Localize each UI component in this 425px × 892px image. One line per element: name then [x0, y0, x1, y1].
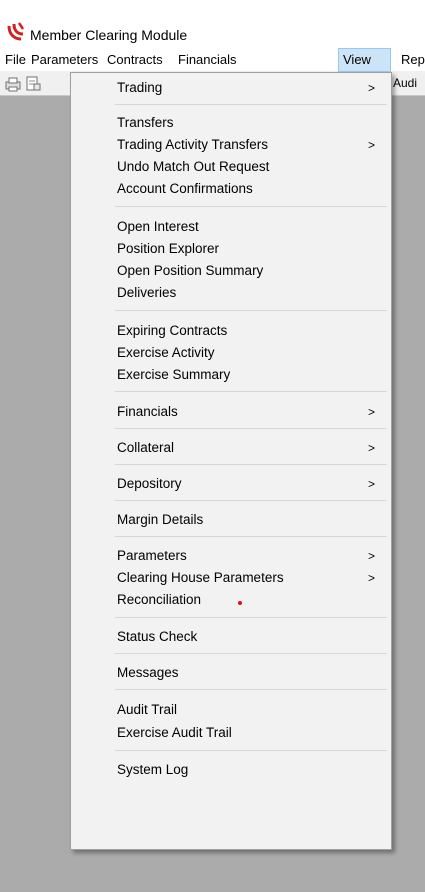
menu-item-label: Financials — [117, 404, 178, 419]
menu-reports[interactable]: Rep — [397, 48, 425, 72]
submenu-arrow-icon: > — [367, 549, 375, 563]
menu-item-parameters[interactable]: Parameters > — [71, 544, 391, 568]
menu-bar: File Parameters Contracts Financials Vie… — [0, 48, 425, 72]
menu-contracts[interactable]: Contracts — [103, 48, 167, 72]
menu-item-label: Expiring Contracts — [117, 323, 228, 338]
menu-item-label: Messages — [117, 665, 179, 680]
menu-separator — [115, 104, 387, 105]
menu-item-transfers[interactable]: Transfers — [71, 111, 391, 135]
menu-item-label: Deliveries — [117, 285, 177, 300]
menu-file[interactable]: File — [1, 48, 30, 72]
menu-separator — [115, 750, 387, 751]
submenu-arrow-icon: > — [367, 441, 375, 455]
menu-item-label: Reconciliation — [117, 592, 202, 607]
menu-item-exercise-activity[interactable]: Exercise Activity — [71, 341, 391, 365]
submenu-arrow-icon: > — [367, 138, 375, 152]
menu-item-reconciliation[interactable]: Reconciliation — [71, 588, 391, 612]
menu-item-label: Undo Match Out Request — [117, 159, 270, 174]
menu-separator — [115, 206, 387, 207]
menu-item-open-position-summary[interactable]: Open Position Summary — [71, 259, 391, 283]
menu-item-audit-trail[interactable]: Audit Trail — [71, 698, 391, 722]
menu-separator — [115, 391, 387, 392]
menu-item-label: Account Confirmations — [117, 181, 253, 196]
menu-item-label: Transfers — [117, 115, 174, 130]
title-bar: Member Clearing Module — [0, 0, 425, 50]
window-title: Member Clearing Module — [30, 27, 188, 43]
menu-item-label: Position Explorer — [117, 241, 220, 256]
menu-item-label: Collateral — [117, 440, 175, 455]
submenu-arrow-icon: > — [367, 477, 375, 491]
menu-item-exercise-summary[interactable]: Exercise Summary — [71, 363, 391, 387]
menu-separator — [115, 464, 387, 465]
menu-separator — [115, 617, 387, 618]
menu-item-financials[interactable]: Financials > — [71, 400, 391, 424]
submenu-arrow-icon: > — [367, 571, 375, 585]
menu-item-label: Parameters — [117, 548, 187, 563]
menu-item-label: Margin Details — [117, 512, 204, 527]
menu-item-undo-match-out-request[interactable]: Undo Match Out Request — [71, 155, 391, 179]
page-setup-icon[interactable] — [24, 75, 42, 93]
menu-item-messages[interactable]: Messages — [71, 661, 391, 685]
red-dot-marker — [238, 601, 242, 605]
menu-item-label: Exercise Audit Trail — [117, 725, 232, 740]
menu-item-position-explorer[interactable]: Position Explorer — [71, 237, 391, 261]
menu-item-label: Trading — [117, 80, 163, 95]
app-logo-icon — [7, 22, 25, 41]
menu-separator — [115, 500, 387, 501]
menu-separator — [115, 536, 387, 537]
menu-item-label: Status Check — [117, 629, 198, 644]
menu-item-label: Depository — [117, 476, 182, 491]
menu-item-clearing-house-parameters[interactable]: Clearing House Parameters > — [71, 566, 391, 590]
menu-item-trading-activity-transfers[interactable]: Trading Activity Transfers > — [71, 133, 391, 157]
menu-separator — [115, 689, 387, 690]
menu-parameters[interactable]: Parameters — [27, 48, 102, 72]
menu-item-label: System Log — [117, 762, 189, 777]
menu-item-label: Exercise Activity — [117, 345, 215, 360]
submenu-arrow-icon: > — [367, 81, 375, 95]
menu-separator — [115, 310, 387, 311]
menu-item-margin-details[interactable]: Margin Details — [71, 508, 391, 532]
menu-separator — [115, 653, 387, 654]
menu-view[interactable]: View — [338, 48, 391, 72]
menu-item-depository[interactable]: Depository > — [71, 472, 391, 496]
menu-item-label: Open Position Summary — [117, 263, 264, 278]
menu-item-deliveries[interactable]: Deliveries — [71, 281, 391, 305]
submenu-arrow-icon: > — [367, 405, 375, 419]
menu-item-trading[interactable]: Trading > — [71, 76, 391, 100]
menu-item-label: Audit Trail — [117, 702, 178, 717]
print-icon[interactable] — [4, 75, 22, 93]
menu-item-expiring-contracts[interactable]: Expiring Contracts — [71, 319, 391, 343]
menu-item-exercise-audit-trail[interactable]: Exercise Audit Trail — [71, 721, 391, 745]
menu-item-label: Clearing House Parameters — [117, 570, 284, 585]
menu-item-system-log[interactable]: System Log — [71, 758, 391, 782]
toolbar-audit-label[interactable]: Audi — [393, 76, 417, 90]
view-menu-dropdown: Trading > Transfers Trading Activity Tra… — [70, 72, 392, 850]
menu-separator — [115, 428, 387, 429]
menu-item-status-check[interactable]: Status Check — [71, 625, 391, 649]
menu-item-label: Open Interest — [117, 219, 199, 234]
menu-item-collateral[interactable]: Collateral > — [71, 436, 391, 460]
menu-financials[interactable]: Financials — [174, 48, 241, 72]
menu-item-open-interest[interactable]: Open Interest — [71, 215, 391, 239]
menu-item-label: Exercise Summary — [117, 367, 231, 382]
menu-item-label: Trading Activity Transfers — [117, 137, 269, 152]
menu-item-account-confirmations[interactable]: Account Confirmations — [71, 177, 391, 201]
